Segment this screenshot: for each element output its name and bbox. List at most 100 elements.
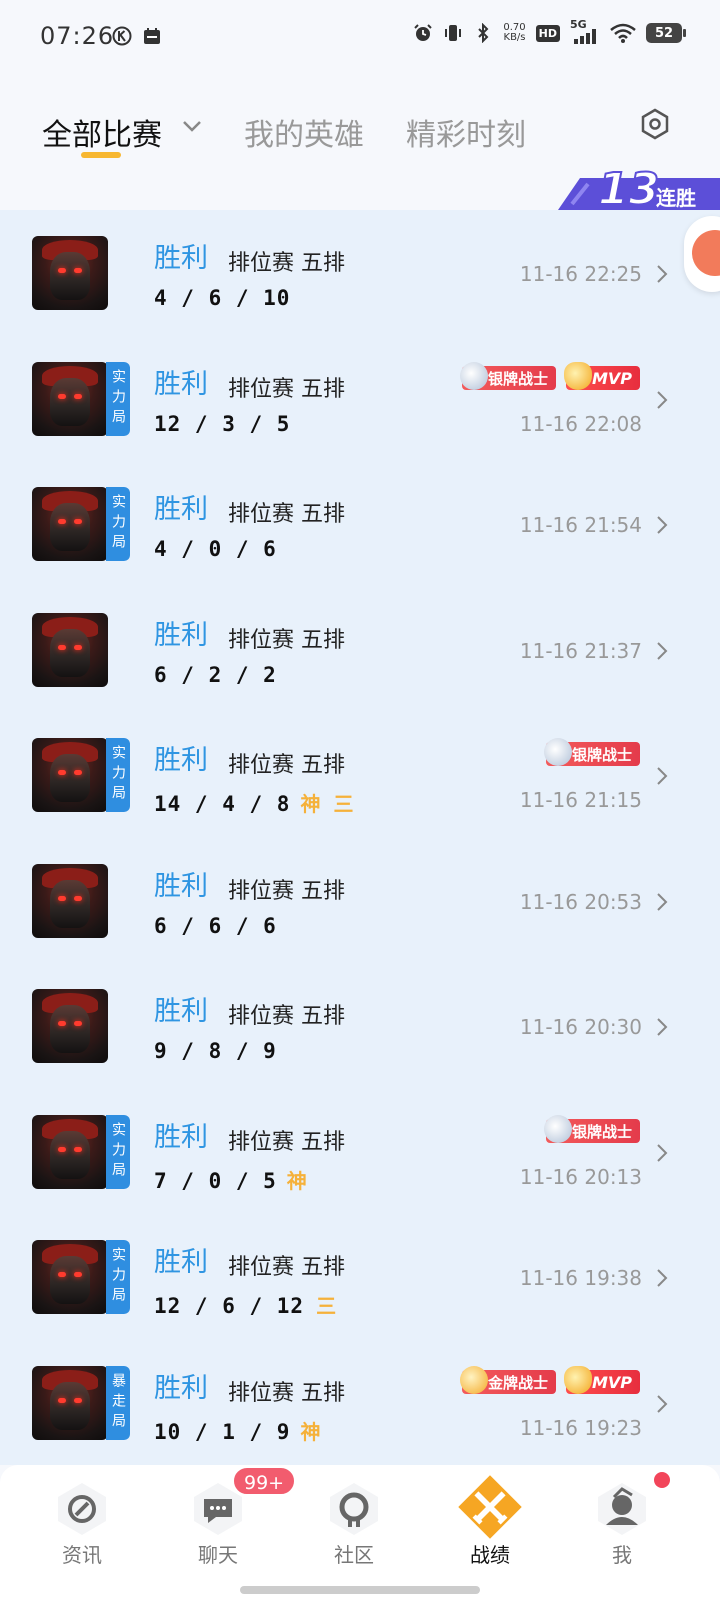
bluetooth-icon [478,23,489,43]
battery-icon: 52 [646,23,686,43]
news-icon [58,1483,106,1535]
match-medals: 银牌战士 [543,1115,640,1143]
match-row[interactable]: 实力局 胜利 排位赛 五排 7 / 0 / 5 神 银牌战士 11-16 20:13 [0,1089,720,1214]
floating-assistant-button[interactable] [684,216,720,292]
match-kda-line: 9 / 8 / 9 [154,1039,277,1063]
match-row[interactable]: 胜利 排位赛 五排 4 / 6 / 10 11-16 22:25 [0,210,720,335]
match-kda-line: 12 / 6 / 12 三 [154,1290,337,1319]
trophy-icon [563,362,592,390]
settings-hexagon-icon[interactable] [640,108,670,140]
match-kda: 6 / 6 / 6 [154,914,277,938]
match-kda-line: 10 / 1 / 9 神 [154,1416,321,1445]
profile-avatar-icon [598,1483,646,1535]
match-mode: 排位赛 五排 [228,879,345,904]
match-tier-badge: 实力局 [106,738,130,812]
match-mode: 排位赛 五排 [228,1130,345,1155]
match-mode: 排位赛 五排 [228,1255,345,1280]
match-time: 11-16 21:54 [519,513,642,537]
match-row[interactable]: 实力局 胜利 排位赛 五排 14 / 4 / 8 神三 银牌战士 11-16 21:15 [0,712,720,837]
hero-avatar [32,487,108,561]
chevron-right-icon [657,893,668,911]
win-streak-banner: 13 连胜 [558,163,720,216]
match-row[interactable]: 暴走局 胜利 排位赛 五排 10 / 1 / 9 神 金牌战士 MVP 11-16 19:23 [0,1340,720,1465]
silver-warrior-medal: 银牌战士 [543,738,640,766]
match-medals: 银牌战士 [543,738,640,766]
crossed-swords-icon [458,1475,522,1539]
match-kda: 10 / 1 / 9 [154,1420,291,1444]
status-bar: 07:26 0.70 KB/s HD 5G 52 [0,0,720,64]
silver-warrior-medal: 银牌战士 [543,1115,640,1143]
community-icon [330,1483,378,1535]
match-result: 胜利 [154,494,208,525]
tab-my-heroes[interactable]: 我的英雄 [244,110,364,154]
hero-avatar [32,236,108,310]
match-result: 胜利 [154,369,208,400]
match-result: 胜利 [154,996,208,1027]
nav-news[interactable]: 资讯 [12,1465,152,1600]
match-mode: 排位赛 五排 [228,377,345,402]
streak-number: 13 [597,163,660,216]
match-tier-badge: 实力局 [106,1240,130,1314]
match-row[interactable]: 实力局 胜利 排位赛 五排 12 / 6 / 12 三 11-16 19:38 [0,1214,720,1339]
match-time: 11-16 22:25 [519,262,642,286]
nav-community[interactable]: 社区 [284,1465,424,1600]
hero-avatar [32,1366,108,1440]
match-row[interactable]: 胜利 排位赛 五排 6 / 6 / 6 11-16 20:53 [0,838,720,963]
match-mode: 排位赛 五排 [228,1381,345,1406]
tab-all-matches[interactable]: 全部比赛 [42,110,162,154]
match-kda-line: 6 / 6 / 6 [154,914,277,938]
match-mode: 排位赛 五排 [228,251,345,276]
match-result: 胜利 [154,1247,208,1278]
silver-warrior-medal: 银牌战士 [459,362,556,390]
medal-icon [543,1115,572,1143]
hero-avatar [32,613,108,687]
match-row[interactable]: 实力局 胜利 排位赛 五排 4 / 0 / 6 11-16 21:54 [0,461,720,586]
nav-records[interactable]: 战绩 [420,1465,560,1600]
godlike-tag: 神 [300,792,322,816]
match-time: 11-16 19:38 [519,1266,642,1290]
match-medals: 银牌战士 MVP [459,362,640,390]
bottom-navigation: 资讯 聊天 社区 战绩 我 [0,1465,720,1600]
medal-icon [459,1366,488,1394]
chevron-right-icon [657,1395,668,1413]
match-result: 胜利 [154,871,208,902]
match-row[interactable]: 实力局 胜利 排位赛 五排 12 / 3 / 5 银牌战士 MVP 11-16 22:08 [0,336,720,461]
chevron-right-icon [657,1018,668,1036]
match-result: 胜利 [154,1373,208,1404]
match-row[interactable]: 胜利 排位赛 五排 9 / 8 / 9 11-16 20:30 [0,963,720,1088]
match-list: 胜利 排位赛 五排 4 / 6 / 10 11-16 22:25 实力局 胜利 排位赛 五排… [0,210,720,1465]
match-kda-line: 7 / 0 / 5 神 [154,1165,308,1194]
match-kda-line: 4 / 6 / 10 [154,286,290,310]
match-kda: 4 / 0 / 6 [154,537,277,561]
godlike-tag: 神 [286,1169,308,1193]
hero-avatar [32,864,108,938]
match-kda-line: 4 / 0 / 6 [154,537,277,561]
match-mode: 排位赛 五排 [228,628,345,653]
chevron-down-icon[interactable] [180,114,204,138]
match-mode: 排位赛 五排 [228,753,345,778]
match-row[interactable]: 胜利 排位赛 五排 6 / 2 / 2 11-16 21:37 [0,587,720,712]
chevron-right-icon [657,1269,668,1287]
match-time: 11-16 21:37 [519,639,642,663]
match-time: 11-16 20:53 [519,890,642,914]
chevron-right-icon [657,767,668,785]
match-kda: 6 / 2 / 2 [154,663,277,687]
match-mode: 排位赛 五排 [228,502,345,527]
nav-me[interactable]: 我 [552,1465,692,1600]
match-result: 胜利 [154,620,208,651]
tab-highlights[interactable]: 精彩时刻 [406,110,526,154]
match-time: 11-16 19:23 [519,1416,642,1440]
match-tier-badge: 实力局 [106,1115,130,1189]
status-time: 07:26 [40,22,115,50]
match-kda-line: 6 / 2 / 2 [154,663,277,687]
chevron-right-icon [657,642,668,660]
match-kda: 12 / 6 / 12 [154,1294,305,1318]
active-tab-indicator [81,152,121,158]
match-result: 胜利 [154,745,208,776]
match-tier-badge: 实力局 [106,362,130,436]
gold-warrior-medal: 金牌战士 [459,1366,556,1394]
header-tabs: 全部比赛 我的英雄 精彩时刻 13 连胜 [0,64,720,216]
home-indicator[interactable] [240,1586,480,1594]
medal-icon [459,362,488,390]
mvp-medal: MVP [563,362,640,390]
